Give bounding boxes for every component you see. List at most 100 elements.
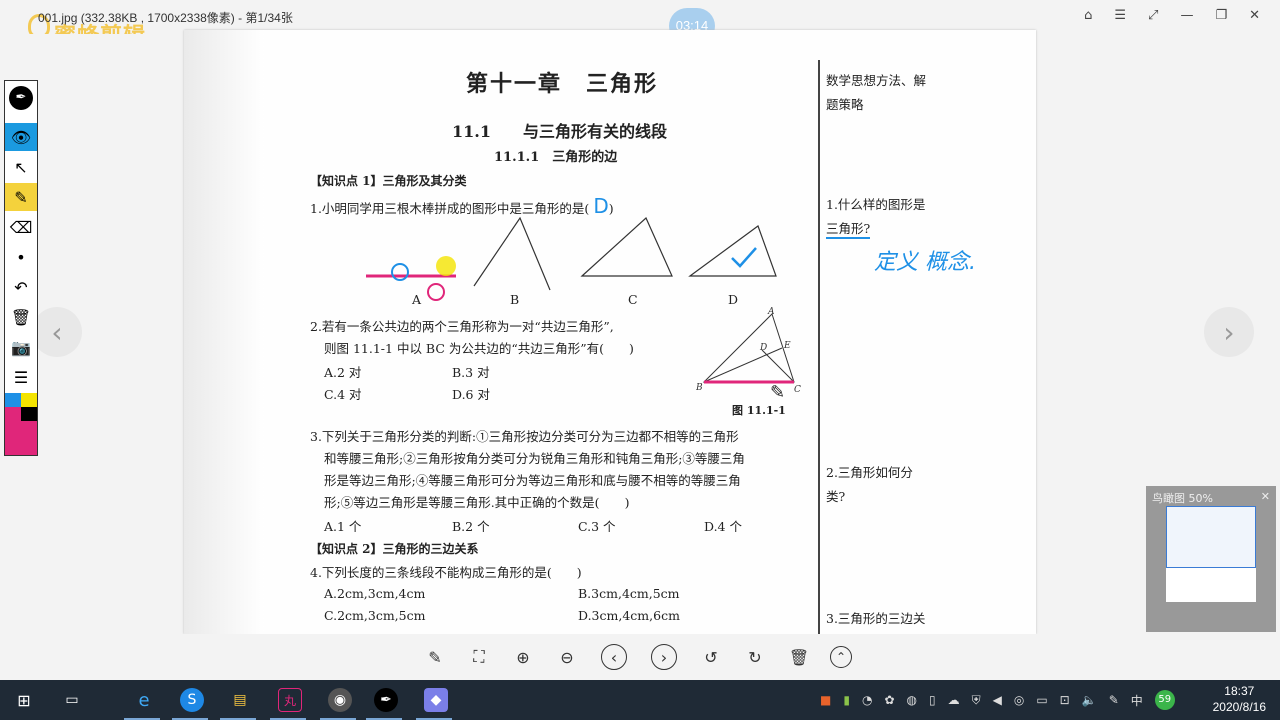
maximize-icon[interactable]: ❐	[1215, 8, 1227, 23]
thumbnail-overview[interactable]: 鸟瞰图 50% ✕	[1146, 486, 1276, 632]
side-question-2-line-1: 2.三角形如何分	[826, 465, 913, 480]
q2-option-b: B.3 对	[452, 365, 490, 380]
system-clock[interactable]: 18:37 2020/8/16	[1213, 683, 1266, 715]
color-yellow-swatch[interactable]	[21, 393, 37, 407]
system-tray: ■ ▮ ◔ ✿ ◍ ▯ ☁ ⛨ ◀ ◎ ▭ ⊡ 🔈 ✎ 中 59	[820, 680, 1175, 720]
thumbnail-close-icon[interactable]: ✕	[1261, 490, 1270, 503]
pen-workspace-icon[interactable]: ✎	[1109, 693, 1119, 707]
delete-icon[interactable]: 🗑	[786, 644, 812, 670]
image-viewer: 第十一章 三角形 11.1 与三角形有关的线段 11.1.1 三角形的边 【知识…	[0, 30, 1280, 634]
q2-option-d: D.6 对	[452, 387, 490, 402]
figure-11-1-1: A E D B C	[696, 307, 801, 395]
side-heading-line-2: 题策略	[826, 97, 864, 112]
crop-icon[interactable]: ⛶	[466, 644, 492, 670]
zoom-out-icon[interactable]: ⊖	[554, 644, 580, 670]
question-3-line-2: 和等腰三角形;②三角形按角分类可分为锐角三角形和钝角三角形;③等腰三角	[324, 451, 745, 466]
previous-icon[interactable]: ‹	[601, 644, 627, 670]
question-2-line-1: 2.若有一条公共边的两个三角形称为一对“共边三角形”,	[310, 319, 614, 334]
tray-network-icon[interactable]: ⊡	[1060, 693, 1070, 707]
option-c-figure	[580, 217, 673, 277]
edit-icon[interactable]: ✎	[422, 644, 448, 670]
color-black-swatch[interactable]	[21, 407, 37, 421]
question-3-line-1: 3.下列关于三角形分类的判断:①三角形按边分类可分为三边都不相等的三角形	[310, 429, 739, 444]
pin-icon[interactable]: ⌂	[1084, 8, 1092, 23]
close-icon[interactable]: ✕	[1249, 8, 1260, 23]
viewport-indicator[interactable]	[1166, 506, 1256, 568]
q2-option-a: A.2 对	[324, 365, 362, 380]
point-a-label: A	[767, 307, 775, 317]
thumbnail-title: 鸟瞰图 50%	[1152, 492, 1213, 505]
ime-indicator[interactable]: 中	[1131, 692, 1143, 709]
tray-app-icon[interactable]: ■	[820, 693, 831, 707]
previous-image-button[interactable]: ‹	[32, 307, 82, 357]
tray-chat-icon[interactable]: ◍	[907, 693, 917, 707]
zoom-in-icon[interactable]: ⊕	[510, 644, 536, 670]
side-heading-line-1: 数学思想方法、解	[826, 73, 927, 88]
question-4: 4.下列长度的三条线段不能构成三角形的是( )	[310, 565, 582, 580]
taskbar: ⊞ ▭ e S ▤ 丸 ◉ ✒ ◆ ■ ▮ ◔ ✿ ◍ ▯ ☁ ⛨ ◀ ◎ ▭ …	[0, 680, 1280, 720]
next-image-button[interactable]: ›	[1204, 307, 1254, 357]
pen-tool-icon[interactable]: ✎	[5, 183, 37, 211]
tray-flower-icon[interactable]: ✿	[884, 693, 894, 707]
camera-icon[interactable]: 📷	[5, 333, 37, 361]
window-title: 001.jpg (332.38KB , 1700x2338像素) - 第1/34…	[38, 11, 293, 25]
app-wan-icon[interactable]: 丸	[278, 688, 302, 712]
tray-speaker-icon[interactable]: ◀	[993, 693, 1002, 707]
pen-app-icon[interactable]: ✒	[374, 688, 398, 712]
edge-browser-icon[interactable]: e	[132, 688, 156, 712]
tray-power-icon[interactable]: ▭	[1036, 693, 1047, 707]
fullscreen-icon[interactable]: ⤢	[1148, 8, 1158, 23]
browser-icon[interactable]: S	[180, 688, 204, 712]
rotate-right-icon[interactable]: ↻	[742, 644, 768, 670]
tray-qq-icon[interactable]: ◔	[862, 693, 872, 707]
notes-icon[interactable]: ☰	[5, 363, 37, 391]
file-explorer-icon[interactable]: ▤	[228, 688, 252, 712]
side-question-3: 3.三角形的三边关	[826, 611, 926, 626]
figure-outer-triangle	[702, 313, 795, 383]
more-icon[interactable]: ⌃	[830, 646, 852, 668]
tray-shield-icon[interactable]: ⛨	[972, 693, 981, 708]
task-view-icon[interactable]: ▭	[60, 688, 84, 712]
q2-option-c: C.4 对	[324, 387, 362, 402]
viewer-toolbar: ✎ ⛶ ⊕ ⊖ ‹ › ↺ ↻ 🗑 ⌃	[0, 634, 1280, 680]
eraser-icon[interactable]: ⌫	[5, 213, 37, 241]
arrow-cursor-icon[interactable]: ↖	[5, 153, 37, 181]
volume-icon[interactable]: 🔈	[1082, 693, 1097, 707]
mark-3-icon	[427, 283, 445, 301]
viewer-app-icon[interactable]: ◆	[424, 688, 448, 712]
current-color-swatch[interactable]	[5, 421, 37, 455]
page-shadow	[184, 30, 264, 634]
side-question-2-line-2: 类?	[826, 489, 846, 504]
point-c-label: C	[794, 385, 801, 395]
tray-cloud-icon[interactable]: ☁	[948, 693, 960, 707]
tray-battery-icon[interactable]: ▮	[843, 693, 850, 707]
eye-icon[interactable]: 👁	[5, 123, 37, 151]
option-d-figure	[688, 225, 777, 277]
question-3-line-4: 形;⑤等边三角形是等腰三角形.其中正确的个数是( )	[324, 495, 630, 510]
minimize-icon[interactable]: —	[1180, 8, 1193, 23]
q1-option-b: B	[510, 292, 520, 307]
section-title: 11.1 与三角形有关的线段	[452, 122, 667, 141]
color-blue-swatch[interactable]	[5, 393, 21, 407]
clear-icon[interactable]: 🗑	[5, 303, 37, 331]
knowledge-point-1: 【知识点 1】三角形及其分类	[310, 174, 467, 188]
clock-date: 2020/8/16	[1212, 700, 1266, 714]
security-badge[interactable]: 59	[1154, 690, 1175, 710]
avatar-app-icon[interactable]: ◉	[328, 688, 352, 712]
pen-logo-icon[interactable]: ✒	[5, 83, 37, 113]
thumbnail-image[interactable]	[1166, 506, 1256, 602]
brush-size-icon[interactable]: •	[5, 243, 37, 271]
tray-device-icon[interactable]: ▯	[929, 693, 936, 707]
q4-option-b: B.3cm,4cm,5cm	[578, 586, 680, 601]
column-divider	[818, 60, 820, 634]
menu-icon[interactable]: ☰	[1114, 8, 1126, 23]
point-d-label: D	[759, 343, 767, 353]
rotate-left-icon[interactable]: ↺	[698, 644, 724, 670]
q1-option-d: D	[728, 292, 739, 307]
color-magenta-swatch[interactable]	[5, 407, 21, 421]
tray-wechat-icon[interactable]: ◎	[1014, 693, 1024, 707]
start-icon[interactable]: ⊞	[12, 688, 36, 712]
undo-icon[interactable]: ↶	[5, 273, 37, 301]
next-icon[interactable]: ›	[651, 644, 677, 670]
q3-option-c: C.3 个	[578, 519, 616, 534]
